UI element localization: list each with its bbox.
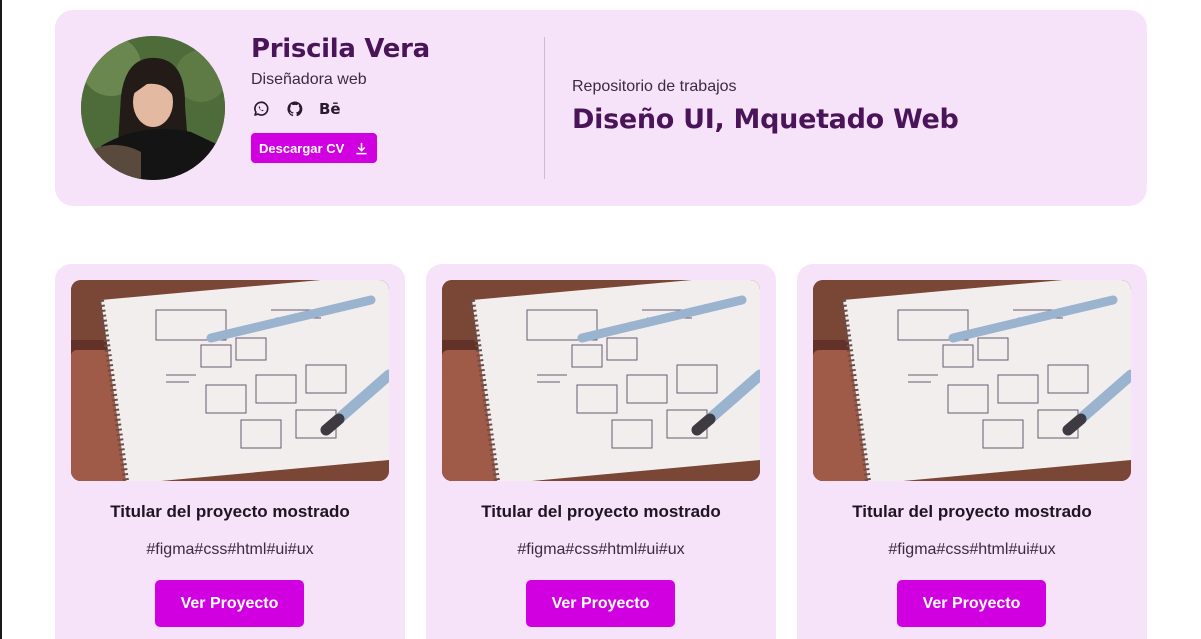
profile-name: Priscila Vera (251, 34, 430, 64)
profile-info: Priscila Vera Diseñadora web Bē Descarga… (251, 34, 430, 163)
repository-info: Repositorio de trabajos Diseño UI, Mquet… (572, 78, 959, 135)
project-card: Titular del proyecto mostrado #figma#css… (426, 264, 776, 639)
project-title: Titular del proyecto mostrado (110, 502, 350, 521)
view-project-button[interactable]: Ver Proyecto (897, 580, 1046, 627)
avatar (81, 36, 225, 180)
project-grid: Titular del proyecto mostrado #figma#css… (55, 264, 1147, 639)
download-cv-button[interactable]: Descargar CV (251, 133, 378, 163)
project-thumbnail (71, 280, 389, 481)
project-card: Titular del proyecto mostrado #figma#css… (797, 264, 1147, 639)
profile-header-card: Priscila Vera Diseñadora web Bē Descarga… (55, 10, 1147, 206)
project-tags: #figma#css#html#ui#ux (888, 541, 1056, 558)
project-card: Titular del proyecto mostrado #figma#css… (55, 264, 405, 639)
behance-icon[interactable]: Bē (319, 100, 341, 118)
window-edge (0, 0, 2, 639)
project-tags: #figma#css#html#ui#ux (517, 541, 685, 558)
repository-title: Diseño UI, Mquetado Web (572, 104, 959, 135)
project-tags: #figma#css#html#ui#ux (146, 541, 314, 558)
project-thumbnail (442, 280, 760, 481)
view-project-button[interactable]: Ver Proyecto (155, 580, 304, 627)
profile-role: Diseñadora web (251, 71, 367, 88)
view-project-button[interactable]: Ver Proyecto (526, 580, 675, 627)
download-cv-label: Descargar CV (259, 140, 345, 156)
download-icon (356, 142, 367, 154)
project-title: Titular del proyecto mostrado (481, 502, 721, 521)
social-links: Bē (251, 99, 430, 119)
github-icon[interactable] (285, 99, 305, 119)
project-title: Titular del proyecto mostrado (852, 502, 1092, 521)
project-thumbnail (813, 280, 1131, 481)
header-divider (544, 37, 545, 179)
repository-label: Repositorio de trabajos (572, 78, 737, 95)
whatsapp-icon[interactable] (251, 99, 271, 119)
